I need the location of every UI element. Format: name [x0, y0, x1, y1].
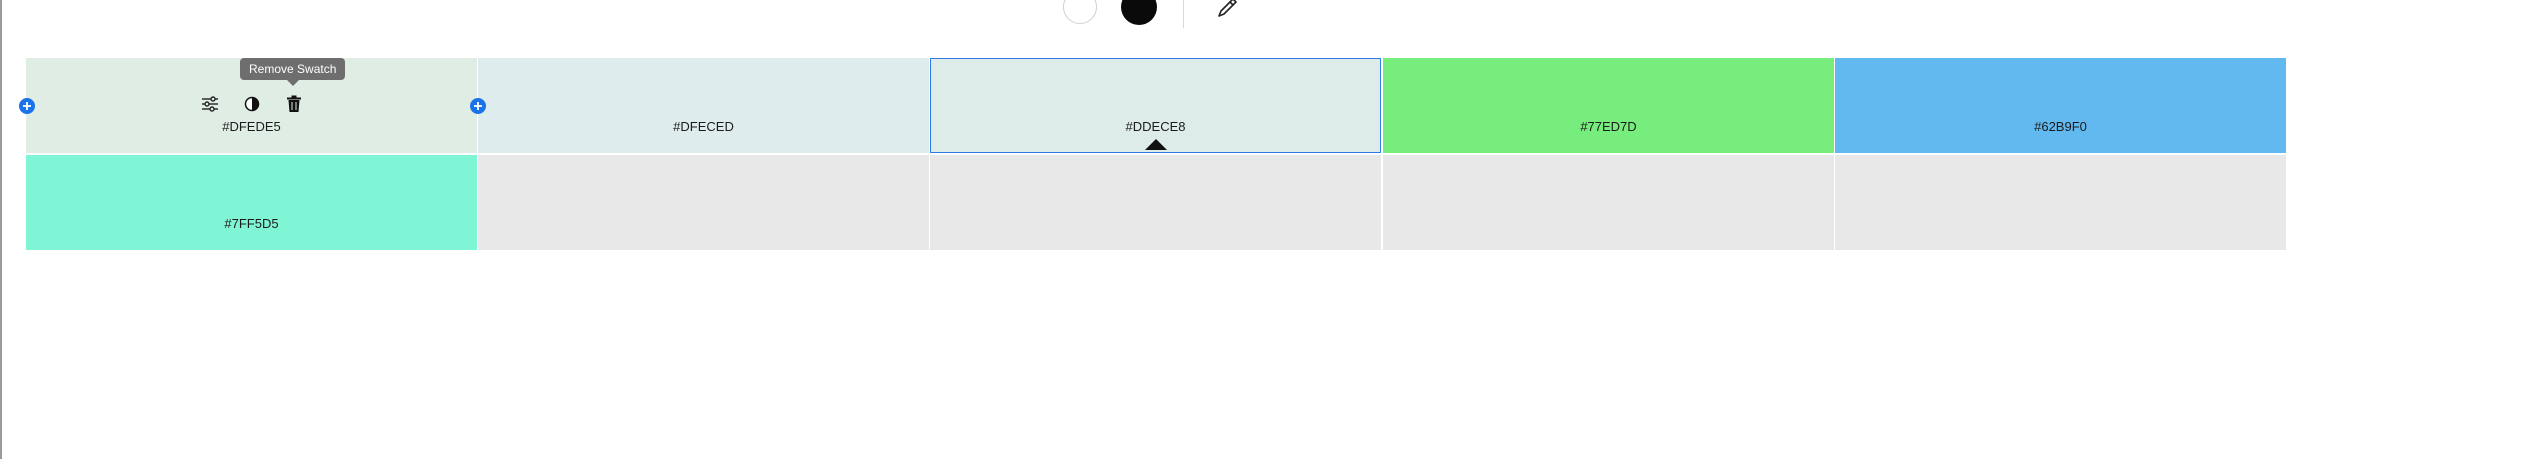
swatch-1[interactable]: #DFEDE5 Remove Swatch [26, 58, 477, 153]
add-swatch-after-icon[interactable] [470, 98, 486, 114]
white-swatch-icon[interactable] [1063, 0, 1097, 24]
empty-swatch-slot[interactable] [1383, 155, 1834, 250]
empty-swatch-slot[interactable] [930, 155, 1381, 250]
add-swatch-before-icon[interactable] [19, 98, 35, 114]
swatch-2[interactable]: #DFECED [478, 58, 929, 153]
swatch-4[interactable]: #77ED7D [1383, 58, 1834, 153]
color-toolbar [0, 0, 2522, 30]
swatch-hex-label: #7FF5D5 [224, 216, 279, 231]
selected-indicator-icon [1144, 139, 1167, 150]
eyedropper-icon[interactable] [1215, 0, 1239, 18]
trash-icon[interactable] [284, 94, 304, 114]
swatch-tools [26, 94, 477, 114]
black-swatch-icon[interactable] [1121, 0, 1157, 25]
toolbar-divider [1183, 0, 1184, 28]
swatch-grid: #DFEDE5 Remove Swatch #DFECED #DDECE8 #7… [26, 58, 2288, 250]
swatch-hex-label: #62B9F0 [2034, 119, 2087, 134]
empty-swatch-slot[interactable] [478, 155, 929, 250]
contrast-icon[interactable] [242, 94, 262, 114]
panel-left-border [0, 0, 2, 459]
swatch-hex-label: #DFECED [673, 119, 734, 134]
remove-swatch-tooltip: Remove Swatch [240, 58, 346, 86]
swatch-5[interactable]: #62B9F0 [1835, 58, 2286, 153]
swatch-hex-label: #DDECE8 [1125, 119, 1186, 134]
empty-swatch-slot[interactable] [1835, 155, 2286, 250]
sliders-icon[interactable] [200, 94, 220, 114]
swatch-hex-label: #DFEDE5 [222, 119, 281, 134]
swatch-6[interactable]: #7FF5D5 [26, 155, 477, 250]
swatch-hex-label: #77ED7D [1580, 119, 1637, 134]
swatch-3-selected[interactable]: #DDECE8 [930, 58, 1381, 153]
